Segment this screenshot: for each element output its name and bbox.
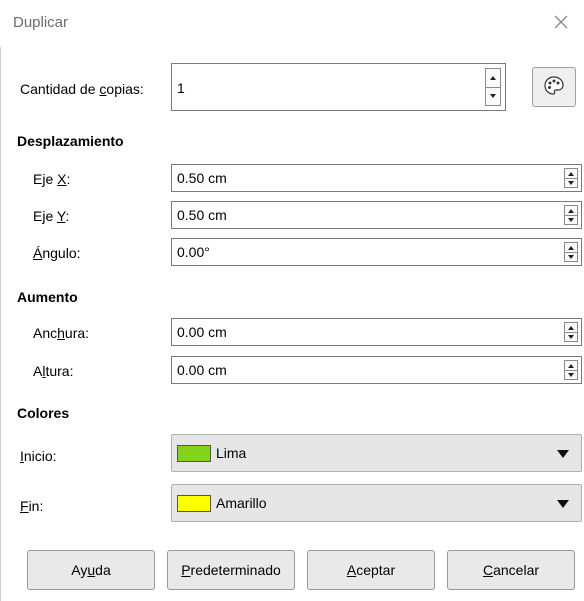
copies-value: 1	[177, 80, 185, 96]
copies-label: Cantidad de copias:	[20, 81, 144, 97]
decrement-icon[interactable]	[486, 87, 500, 105]
default-button[interactable]: Predeterminado	[167, 550, 295, 590]
y-axis-stepper[interactable]	[564, 205, 578, 225]
x-axis-label: Eje X:	[33, 171, 71, 187]
ok-button[interactable]: Aceptar	[307, 550, 435, 590]
title-bar: Duplicar	[0, 0, 584, 47]
palette-icon	[543, 75, 565, 100]
decrement-icon[interactable]	[565, 252, 577, 261]
height-value: 0.00 cm	[177, 362, 227, 378]
start-color-label: Inicio:	[20, 448, 57, 464]
end-color-label: Fin:	[20, 498, 44, 514]
copies-stepper[interactable]	[485, 68, 501, 106]
height-stepper[interactable]	[564, 360, 578, 380]
color-values-button[interactable]	[532, 67, 576, 107]
decrement-icon[interactable]	[565, 332, 577, 341]
angle-label: Ángulo:	[33, 245, 81, 261]
help-button[interactable]: Ay u da	[27, 550, 155, 590]
x-axis-value: 0.50 cm	[177, 170, 227, 186]
colors-heading: Colores	[17, 405, 70, 421]
increment-icon[interactable]	[486, 69, 500, 88]
decrement-icon[interactable]	[565, 178, 577, 187]
enlargement-heading: Aumento	[17, 289, 78, 305]
width-stepper[interactable]	[564, 322, 578, 342]
start-color-name: Lima	[216, 445, 247, 461]
angle-stepper[interactable]	[564, 242, 578, 262]
height-field[interactable]: 0.00 cm	[171, 356, 582, 384]
chevron-down-icon	[557, 500, 569, 508]
cancel-button[interactable]: Cancelar	[447, 550, 575, 590]
close-icon[interactable]	[550, 11, 572, 33]
angle-field[interactable]: 0.00°	[171, 238, 582, 266]
dialog-border	[0, 47, 1, 601]
y-axis-field[interactable]: 0.50 cm	[171, 201, 582, 229]
decrement-icon[interactable]	[565, 370, 577, 379]
dialog-title: Duplicar	[13, 14, 69, 31]
angle-value: 0.00°	[177, 244, 210, 260]
end-color-name: Amarillo	[216, 495, 267, 511]
end-color-swatch	[177, 495, 211, 512]
width-value: 0.00 cm	[177, 324, 227, 340]
duplicate-dialog: Duplicar Cantidad de copias: 1 Desplazam…	[0, 0, 584, 601]
width-field[interactable]: 0.00 cm	[171, 318, 582, 346]
y-axis-label: Eje Y:	[33, 208, 70, 224]
x-axis-stepper[interactable]	[564, 168, 578, 188]
decrement-icon[interactable]	[565, 215, 577, 224]
y-axis-value: 0.50 cm	[177, 207, 227, 223]
x-axis-field[interactable]: 0.50 cm	[171, 164, 582, 192]
copies-field[interactable]: 1	[171, 63, 506, 111]
end-color-dropdown[interactable]: Amarillo	[171, 484, 582, 522]
start-color-dropdown[interactable]: Lima	[171, 434, 582, 472]
width-label: Anchura:	[33, 325, 90, 341]
offset-heading: Desplazamiento	[17, 133, 124, 149]
chevron-down-icon	[557, 450, 569, 458]
start-color-swatch	[177, 445, 211, 462]
height-label: Altura:	[33, 363, 74, 379]
